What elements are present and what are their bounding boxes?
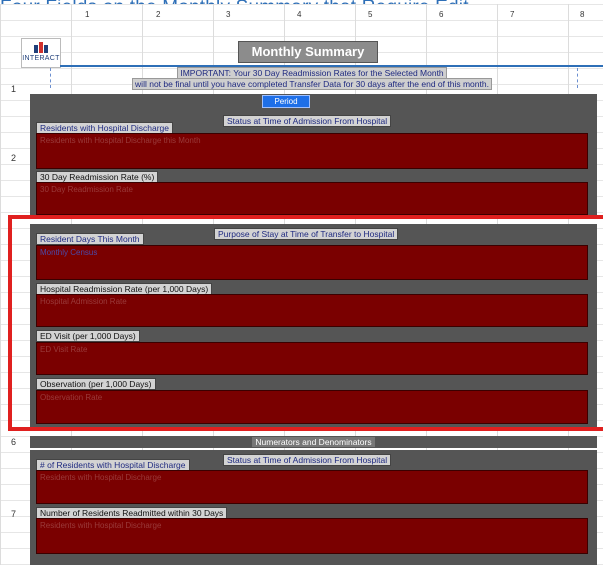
period-row <box>30 94 597 108</box>
column-header: 3 <box>226 10 231 19</box>
numerators-header: Numerators and Denominators <box>30 436 597 448</box>
readmission-rate-field[interactable]: 30 Day Readmission Rate <box>36 182 588 215</box>
page-break-marker <box>577 68 578 88</box>
logo-icon <box>34 42 48 53</box>
highlight-box <box>8 215 603 431</box>
column-header: 8 <box>580 10 585 19</box>
column-header: 2 <box>156 10 161 19</box>
column-header: 4 <box>297 10 302 19</box>
row-header: 2 <box>11 153 17 163</box>
page-break-marker <box>50 68 51 88</box>
important-notice: IMPORTANT: Your 30 Day Readmission Rates… <box>100 67 524 90</box>
interact-logo: INTERACT <box>21 38 61 68</box>
readmitted-30-days-field[interactable]: Residents with Hospital Discharge <box>36 518 588 554</box>
row-header: 1 <box>11 84 17 94</box>
column-header: 5 <box>368 10 373 19</box>
column-header: 6 <box>439 10 444 19</box>
residents-discharge-field[interactable]: Residents with Hospital Discharge this M… <box>36 133 588 169</box>
column-header: 1 <box>85 10 90 19</box>
status-caption: Status at Time of Admission From Hospita… <box>223 115 392 127</box>
num-residents-discharge-field[interactable]: Residents with Hospital Discharge <box>36 470 588 504</box>
important-line-2: will not be final until you have complet… <box>132 78 492 90</box>
page-title: Monthly Summary <box>238 41 378 63</box>
row-header: 7 <box>11 509 17 519</box>
numerators-status-caption: Status at Time of Admission From Hospita… <box>223 454 392 466</box>
numerators-header-text: Numerators and Denominators <box>252 437 375 447</box>
row-header: 6 <box>11 437 17 447</box>
column-header: 7 <box>510 10 515 19</box>
period-field[interactable]: Period <box>262 95 310 108</box>
logo-text: INTERACT <box>22 55 60 62</box>
